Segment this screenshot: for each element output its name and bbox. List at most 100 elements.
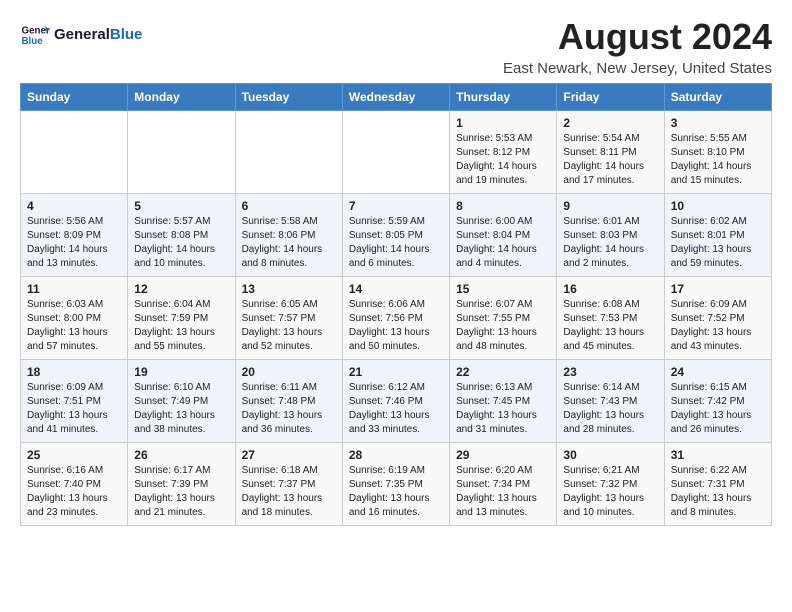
- weekday-header-sunday: Sunday: [21, 84, 128, 111]
- weekday-header-saturday: Saturday: [664, 84, 771, 111]
- svg-text:Blue: Blue: [22, 36, 44, 47]
- day-info: Sunrise: 6:07 AM Sunset: 7:55 PM Dayligh…: [456, 298, 550, 354]
- calendar-cell: 28Sunrise: 6:19 AM Sunset: 7:35 PM Dayli…: [342, 443, 449, 526]
- day-number: 30: [563, 448, 657, 462]
- day-info: Sunrise: 6:08 AM Sunset: 7:53 PM Dayligh…: [563, 298, 657, 354]
- day-number: 2: [563, 116, 657, 130]
- calendar-week-row-4: 18Sunrise: 6:09 AM Sunset: 7:51 PM Dayli…: [21, 360, 772, 443]
- day-number: 11: [27, 282, 121, 296]
- day-info: Sunrise: 5:53 AM Sunset: 8:12 PM Dayligh…: [456, 132, 550, 188]
- day-info: Sunrise: 6:16 AM Sunset: 7:40 PM Dayligh…: [27, 464, 121, 520]
- logo-icon: General Blue: [20, 20, 50, 50]
- day-info: Sunrise: 6:06 AM Sunset: 7:56 PM Dayligh…: [349, 298, 443, 354]
- day-info: Sunrise: 6:22 AM Sunset: 7:31 PM Dayligh…: [671, 464, 765, 520]
- day-number: 5: [134, 199, 228, 213]
- day-info: Sunrise: 6:11 AM Sunset: 7:48 PM Dayligh…: [242, 381, 336, 437]
- calendar-cell: 11 Sunrise: 6:03 AM Sunset: 8:00 PM Dayli…: [21, 277, 128, 360]
- day-info: Sunrise: 6:21 AM Sunset: 7:32 PM Dayligh…: [563, 464, 657, 520]
- day-number: 6: [242, 199, 336, 213]
- calendar-cell: 23 Sunrise: 6:14 AM Sunset: 7:43 PM Dayli…: [557, 360, 664, 443]
- day-info: Sunrise: 6:17 AM Sunset: 7:39 PM Dayligh…: [134, 464, 228, 520]
- day-number: 4: [27, 199, 121, 213]
- day-info: Sunrise: 6:09 AM Sunset: 7:52 PM Dayligh…: [671, 298, 765, 354]
- calendar-cell: [21, 111, 128, 194]
- logo-general: General: [54, 26, 110, 43]
- day-number: 15: [456, 282, 550, 296]
- day-info: Sunrise: 6:18 AM Sunset: 7:37 PM Dayligh…: [242, 464, 336, 520]
- weekday-header-thursday: Thursday: [450, 84, 557, 111]
- calendar-cell: 20 Sunrise: 6:11 AM Sunset: 7:48 PM Dayli…: [235, 360, 342, 443]
- day-number: 22: [456, 365, 550, 379]
- day-number: 1: [456, 116, 550, 130]
- sub-title: East Newark, New Jersey, United States: [503, 60, 772, 77]
- calendar-cell: 12Sunrise: 6:04 AM Sunset: 7:59 PM Dayli…: [128, 277, 235, 360]
- day-number: 24: [671, 365, 765, 379]
- title-block: August 2024 East Newark, New Jersey, Uni…: [503, 16, 772, 77]
- day-info: Sunrise: 6:10 AM Sunset: 7:49 PM Dayligh…: [134, 381, 228, 437]
- day-number: 7: [349, 199, 443, 213]
- day-info: Sunrise: 6:15 AM Sunset: 7:42 PM Dayligh…: [671, 381, 765, 437]
- calendar-cell: 25Sunrise: 6:16 AM Sunset: 7:40 PM Dayli…: [21, 443, 128, 526]
- weekday-header-friday: Friday: [557, 84, 664, 111]
- day-info: Sunrise: 6:00 AM Sunset: 8:04 PM Dayligh…: [456, 215, 550, 271]
- calendar-cell: 21Sunrise: 6:12 AM Sunset: 7:46 PM Dayli…: [342, 360, 449, 443]
- calendar-cell: 16Sunrise: 6:08 AM Sunset: 7:53 PM Dayli…: [557, 277, 664, 360]
- main-title: August 2024: [503, 16, 772, 58]
- day-info: Sunrise: 5:59 AM Sunset: 8:05 PM Dayligh…: [349, 215, 443, 271]
- day-number: 31: [671, 448, 765, 462]
- day-info: Sunrise: 5:55 AM Sunset: 8:10 PM Dayligh…: [671, 132, 765, 188]
- day-number: 12: [134, 282, 228, 296]
- day-number: 8: [456, 199, 550, 213]
- calendar-week-row-2: 4 Sunrise: 5:56 AM Sunset: 8:09 PM Daylig…: [21, 194, 772, 277]
- day-info: Sunrise: 6:05 AM Sunset: 7:57 PM Dayligh…: [242, 298, 336, 354]
- calendar-cell: 1 Sunrise: 5:53 AM Sunset: 8:12 PM Daylig…: [450, 111, 557, 194]
- day-number: 18: [27, 365, 121, 379]
- calendar-cell: 10 Sunrise: 6:02 AM Sunset: 8:01 PM Dayli…: [664, 194, 771, 277]
- calendar-cell: 17 Sunrise: 6:09 AM Sunset: 7:52 PM Dayli…: [664, 277, 771, 360]
- day-number: 9: [563, 199, 657, 213]
- calendar-cell: [235, 111, 342, 194]
- weekday-header-tuesday: Tuesday: [235, 84, 342, 111]
- day-number: 17: [671, 282, 765, 296]
- day-number: 28: [349, 448, 443, 462]
- calendar-cell: [128, 111, 235, 194]
- day-info: Sunrise: 5:57 AM Sunset: 8:08 PM Dayligh…: [134, 215, 228, 271]
- logo: General Blue GeneralBlue: [20, 20, 142, 50]
- calendar-cell: 27 Sunrise: 6:18 AM Sunset: 7:37 PM Dayli…: [235, 443, 342, 526]
- day-info: Sunrise: 6:14 AM Sunset: 7:43 PM Dayligh…: [563, 381, 657, 437]
- day-number: 10: [671, 199, 765, 213]
- logo-blue: Blue: [110, 26, 143, 43]
- day-number: 13: [242, 282, 336, 296]
- day-number: 3: [671, 116, 765, 130]
- calendar-cell: 22 Sunrise: 6:13 AM Sunset: 7:45 PM Dayli…: [450, 360, 557, 443]
- calendar-cell: 13 Sunrise: 6:05 AM Sunset: 7:57 PM Dayli…: [235, 277, 342, 360]
- day-number: 27: [242, 448, 336, 462]
- calendar-cell: 3 Sunrise: 5:55 AM Sunset: 8:10 PM Daylig…: [664, 111, 771, 194]
- day-info: Sunrise: 6:20 AM Sunset: 7:34 PM Dayligh…: [456, 464, 550, 520]
- calendar-cell: 18Sunrise: 6:09 AM Sunset: 7:51 PM Dayli…: [21, 360, 128, 443]
- day-number: 20: [242, 365, 336, 379]
- calendar-cell: 15 Sunrise: 6:07 AM Sunset: 7:55 PM Dayli…: [450, 277, 557, 360]
- day-info: Sunrise: 6:03 AM Sunset: 8:00 PM Dayligh…: [27, 298, 121, 354]
- calendar-cell: 29Sunrise: 6:20 AM Sunset: 7:34 PM Dayli…: [450, 443, 557, 526]
- calendar-cell: 2 Sunrise: 5:54 AM Sunset: 8:11 PM Daylig…: [557, 111, 664, 194]
- calendar-cell: 6Sunrise: 5:58 AM Sunset: 8:06 PM Daylig…: [235, 194, 342, 277]
- day-info: Sunrise: 6:01 AM Sunset: 8:03 PM Dayligh…: [563, 215, 657, 271]
- calendar-cell: [342, 111, 449, 194]
- weekday-header-monday: Monday: [128, 84, 235, 111]
- calendar-cell: 19 Sunrise: 6:10 AM Sunset: 7:49 PM Dayli…: [128, 360, 235, 443]
- weekday-header-row: SundayMondayTuesdayWednesdayThursdayFrid…: [21, 84, 772, 111]
- day-number: 23: [563, 365, 657, 379]
- day-info: Sunrise: 5:54 AM Sunset: 8:11 PM Dayligh…: [563, 132, 657, 188]
- day-info: Sunrise: 6:13 AM Sunset: 7:45 PM Dayligh…: [456, 381, 550, 437]
- weekday-header-wednesday: Wednesday: [342, 84, 449, 111]
- calendar-cell: 26Sunrise: 6:17 AM Sunset: 7:39 PM Dayli…: [128, 443, 235, 526]
- day-info: Sunrise: 6:02 AM Sunset: 8:01 PM Dayligh…: [671, 215, 765, 271]
- calendar-cell: 4 Sunrise: 5:56 AM Sunset: 8:09 PM Daylig…: [21, 194, 128, 277]
- header: General Blue GeneralBlue August 2024 Eas…: [20, 16, 772, 77]
- calendar-week-row-5: 25Sunrise: 6:16 AM Sunset: 7:40 PM Dayli…: [21, 443, 772, 526]
- day-number: 19: [134, 365, 228, 379]
- day-info: Sunrise: 5:56 AM Sunset: 8:09 PM Dayligh…: [27, 215, 121, 271]
- calendar-cell: 30 Sunrise: 6:21 AM Sunset: 7:32 PM Dayli…: [557, 443, 664, 526]
- calendar-cell: 5 Sunrise: 5:57 AM Sunset: 8:08 PM Daylig…: [128, 194, 235, 277]
